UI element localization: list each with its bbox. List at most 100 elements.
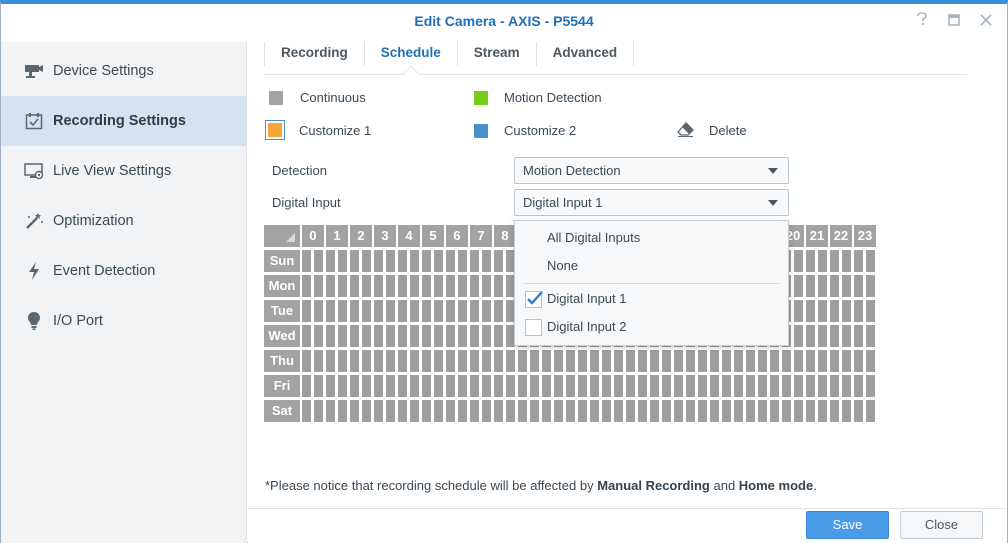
schedule-cell[interactable] bbox=[734, 375, 743, 397]
schedule-cell[interactable] bbox=[458, 325, 467, 347]
schedule-cell[interactable] bbox=[422, 275, 431, 297]
schedule-cell[interactable] bbox=[686, 400, 695, 422]
schedule-cell[interactable] bbox=[398, 400, 407, 422]
schedule-cell[interactable] bbox=[494, 400, 503, 422]
schedule-cell[interactable] bbox=[458, 300, 467, 322]
close-button[interactable]: Close bbox=[900, 511, 983, 539]
checkbox-unchecked-icon[interactable] bbox=[525, 319, 542, 336]
continuous-swatch[interactable] bbox=[269, 90, 283, 105]
schedule-cell[interactable] bbox=[350, 275, 359, 297]
schedule-cell[interactable] bbox=[842, 350, 851, 372]
schedule-cell[interactable] bbox=[314, 275, 323, 297]
hour-header[interactable]: 4 bbox=[398, 225, 420, 247]
select-all-corner[interactable] bbox=[264, 225, 300, 247]
schedule-cell[interactable] bbox=[782, 400, 791, 422]
schedule-cell[interactable] bbox=[686, 375, 695, 397]
schedule-cell[interactable] bbox=[398, 350, 407, 372]
schedule-cell[interactable] bbox=[494, 375, 503, 397]
schedule-cell[interactable] bbox=[410, 300, 419, 322]
legend-motion-detection[interactable]: Motion Detection bbox=[474, 90, 602, 105]
schedule-cell[interactable] bbox=[398, 250, 407, 272]
schedule-cell[interactable] bbox=[362, 400, 371, 422]
schedule-cell[interactable] bbox=[362, 250, 371, 272]
digital-input-select[interactable]: Digital Input 1 bbox=[514, 189, 789, 216]
schedule-cell[interactable] bbox=[326, 400, 335, 422]
schedule-cell[interactable] bbox=[818, 250, 827, 272]
schedule-cell[interactable] bbox=[434, 250, 443, 272]
schedule-cell[interactable] bbox=[758, 350, 767, 372]
custom2-swatch[interactable] bbox=[474, 123, 488, 138]
schedule-cell[interactable] bbox=[458, 400, 467, 422]
schedule-cell[interactable] bbox=[590, 375, 599, 397]
schedule-cell[interactable] bbox=[326, 250, 335, 272]
schedule-cell[interactable] bbox=[542, 400, 551, 422]
save-button[interactable]: Save bbox=[806, 511, 889, 539]
schedule-cell[interactable] bbox=[866, 350, 875, 372]
schedule-cell[interactable] bbox=[362, 300, 371, 322]
schedule-cell[interactable] bbox=[446, 375, 455, 397]
schedule-cell[interactable] bbox=[446, 300, 455, 322]
schedule-cell[interactable] bbox=[530, 400, 539, 422]
schedule-cell[interactable] bbox=[458, 350, 467, 372]
schedule-cell[interactable] bbox=[458, 375, 467, 397]
schedule-cell[interactable] bbox=[446, 400, 455, 422]
schedule-cell[interactable] bbox=[434, 350, 443, 372]
schedule-cell[interactable] bbox=[338, 375, 347, 397]
tab-advanced[interactable]: Advanced bbox=[537, 42, 635, 66]
schedule-cell[interactable] bbox=[674, 375, 683, 397]
schedule-cell[interactable] bbox=[650, 375, 659, 397]
schedule-cell[interactable] bbox=[386, 300, 395, 322]
schedule-cell[interactable] bbox=[830, 375, 839, 397]
schedule-cell[interactable] bbox=[386, 250, 395, 272]
schedule-cell[interactable] bbox=[302, 300, 311, 322]
schedule-cell[interactable] bbox=[482, 350, 491, 372]
schedule-cell[interactable] bbox=[842, 275, 851, 297]
schedule-cell[interactable] bbox=[338, 350, 347, 372]
maximize-icon[interactable] bbox=[945, 12, 963, 30]
schedule-cell[interactable] bbox=[806, 300, 815, 322]
schedule-cell[interactable] bbox=[302, 325, 311, 347]
schedule-cell[interactable] bbox=[818, 300, 827, 322]
schedule-cell[interactable] bbox=[758, 400, 767, 422]
schedule-cell[interactable] bbox=[338, 250, 347, 272]
schedule-cell[interactable] bbox=[686, 350, 695, 372]
schedule-cell[interactable] bbox=[806, 375, 815, 397]
schedule-cell[interactable] bbox=[314, 300, 323, 322]
schedule-cell[interactable] bbox=[314, 350, 323, 372]
schedule-cell[interactable] bbox=[362, 275, 371, 297]
schedule-cell[interactable] bbox=[674, 350, 683, 372]
schedule-cell[interactable] bbox=[770, 350, 779, 372]
schedule-cell[interactable] bbox=[506, 400, 515, 422]
schedule-cell[interactable] bbox=[470, 350, 479, 372]
sidebar-item-io-port[interactable]: I/O Port bbox=[1, 296, 246, 346]
schedule-cell[interactable] bbox=[614, 375, 623, 397]
legend-delete[interactable]: Delete bbox=[677, 122, 747, 138]
schedule-cell[interactable] bbox=[398, 325, 407, 347]
legend-customize-1[interactable]: Customize 1 bbox=[265, 120, 371, 140]
day-header[interactable]: Mon bbox=[264, 275, 300, 297]
sidebar-item-live-view-settings[interactable]: Live View Settings bbox=[1, 146, 246, 196]
schedule-cell[interactable] bbox=[398, 275, 407, 297]
schedule-cell[interactable] bbox=[374, 300, 383, 322]
schedule-cell[interactable] bbox=[338, 300, 347, 322]
schedule-cell[interactable] bbox=[410, 275, 419, 297]
schedule-cell[interactable] bbox=[818, 325, 827, 347]
schedule-cell[interactable] bbox=[326, 300, 335, 322]
schedule-cell[interactable] bbox=[410, 375, 419, 397]
hour-header[interactable]: 21 bbox=[806, 225, 828, 247]
schedule-cell[interactable] bbox=[602, 350, 611, 372]
eraser-icon[interactable] bbox=[677, 122, 695, 138]
hour-header[interactable]: 7 bbox=[470, 225, 492, 247]
schedule-cell[interactable] bbox=[866, 275, 875, 297]
schedule-cell[interactable] bbox=[350, 350, 359, 372]
schedule-cell[interactable] bbox=[830, 325, 839, 347]
schedule-cell[interactable] bbox=[386, 375, 395, 397]
schedule-cell[interactable] bbox=[422, 250, 431, 272]
schedule-cell[interactable] bbox=[350, 300, 359, 322]
schedule-cell[interactable] bbox=[326, 325, 335, 347]
tab-recording[interactable]: Recording bbox=[264, 42, 365, 66]
schedule-cell[interactable] bbox=[626, 375, 635, 397]
schedule-cell[interactable] bbox=[722, 400, 731, 422]
schedule-cell[interactable] bbox=[350, 325, 359, 347]
motion-swatch[interactable] bbox=[474, 90, 488, 105]
